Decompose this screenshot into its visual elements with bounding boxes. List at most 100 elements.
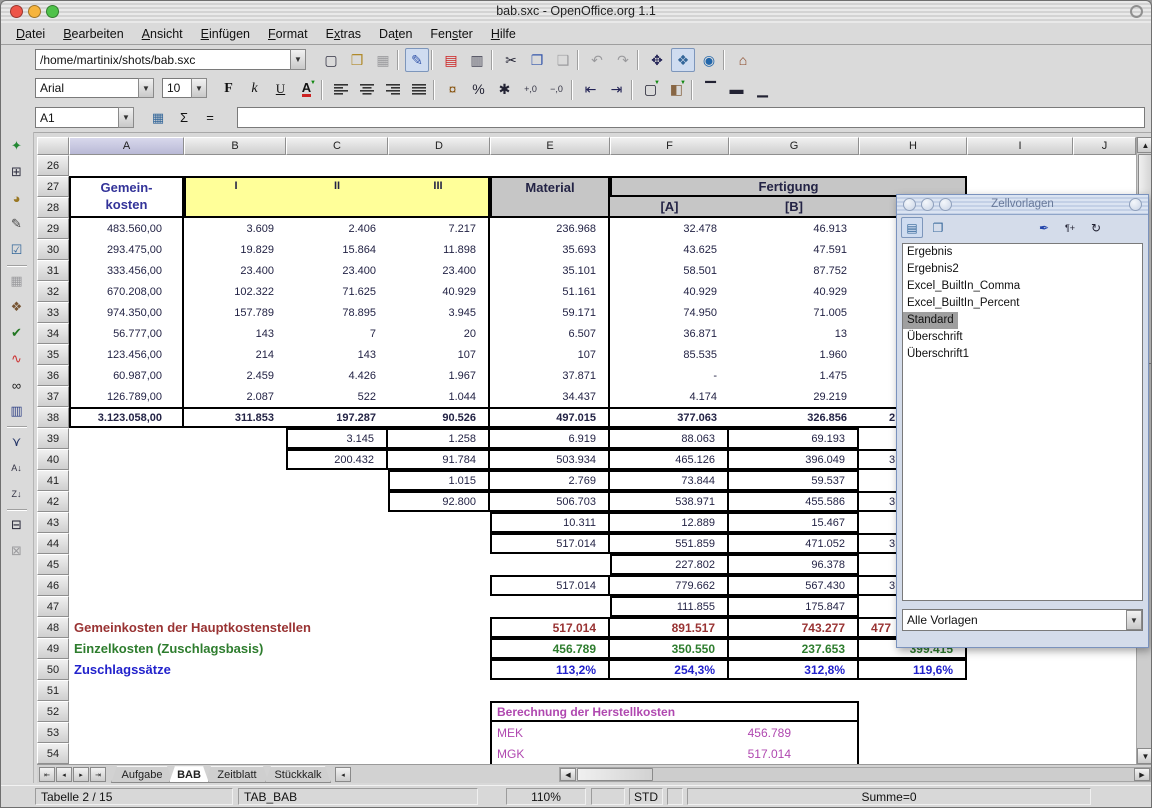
cell-F50[interactable]: 254,3% (610, 659, 729, 680)
cell-G40[interactable]: 396.049 (729, 449, 859, 470)
cell-G38[interactable]: 326.856 (729, 407, 859, 428)
style-item-excel_builtin_comma[interactable]: Excel_BuiltIn_Comma (903, 278, 1024, 295)
cell-G36[interactable]: 1.475 (729, 365, 859, 386)
cell-E53[interactable]: MEK (490, 722, 610, 743)
cell-G44[interactable]: 471.052 (729, 533, 859, 554)
cell-E46[interactable]: 517.014 (490, 575, 610, 596)
cell-E37[interactable]: 34.437 (490, 386, 610, 407)
cell-E34[interactable]: 6.507 (490, 323, 610, 344)
spellcheck-button[interactable]: ✔ (4, 321, 29, 345)
align-center-vertically-button[interactable]: ▬ (725, 78, 748, 100)
menu-einfgen[interactable]: Einfügen (192, 25, 259, 43)
cell-A38[interactable]: 3.123.058,00 (69, 407, 184, 428)
autofilter-button[interactable]: ⋎ (4, 430, 29, 454)
cell-B31[interactable]: 23.400 (184, 260, 286, 281)
cell-A30[interactable]: 293.475,00 (69, 239, 184, 260)
window-shade-button[interactable] (1130, 5, 1143, 18)
style-item-überschrift1[interactable]: Überschrift1 (903, 346, 973, 363)
menu-fenster[interactable]: Fenster (421, 25, 481, 43)
cell-F40[interactable]: 465.126 (610, 449, 729, 470)
font-color-button[interactable]: A▼ (295, 78, 318, 100)
cell-D37[interactable]: 1.044 (388, 386, 490, 407)
cell-B34[interactable]: 143 (184, 323, 286, 344)
insert-object-button[interactable]: ◕ (4, 186, 29, 210)
cell-D29[interactable]: 7.217 (388, 218, 490, 239)
find-replace-button[interactable]: ∞ (4, 373, 29, 397)
row-header-41[interactable]: 41 (37, 470, 69, 491)
page-styles-button[interactable]: ❐ (927, 217, 949, 238)
cell-C30[interactable]: 15.864 (286, 239, 388, 260)
cell-F35[interactable]: 85.535 (610, 344, 729, 365)
cell-G39[interactable]: 69.193 (729, 428, 859, 449)
row-header-39[interactable]: 39 (37, 428, 69, 449)
paste-button[interactable]: ❑ (551, 48, 575, 72)
italic-button[interactable]: k (243, 78, 266, 100)
cell-F32[interactable]: 40.929 (610, 281, 729, 302)
cell-C37[interactable]: 522 (286, 386, 388, 407)
row-header-42[interactable]: 42 (37, 491, 69, 512)
last-sheet-button[interactable]: ⇥ (90, 767, 106, 782)
save-document-button[interactable]: ▦ (371, 48, 395, 72)
row-header-47[interactable]: 47 (37, 596, 69, 617)
align-left-button[interactable] (329, 78, 352, 100)
stylist-button[interactable]: ❖ (671, 48, 695, 72)
new-document-button[interactable]: ▢ (319, 48, 343, 72)
next-sheet-button[interactable]: ▸ (73, 767, 89, 782)
cell-B32[interactable]: 102.322 (184, 281, 286, 302)
sort-ascending-button[interactable]: A↓ (4, 456, 29, 480)
row-header-31[interactable]: 31 (37, 260, 69, 281)
row-header-32[interactable]: 32 (37, 281, 69, 302)
cell-G49[interactable]: 237.653 (729, 638, 859, 659)
cell-G31[interactable]: 87.752 (729, 260, 859, 281)
column-header-J[interactable]: J (1073, 137, 1136, 155)
row-header-34[interactable]: 34 (37, 323, 69, 344)
cell-E54[interactable]: MGK (490, 743, 610, 764)
number-format-standard-button[interactable]: ✱ (493, 78, 516, 100)
cell-G33[interactable]: 71.005 (729, 302, 859, 323)
cell-E42[interactable]: 506.703 (490, 491, 610, 512)
copy-button[interactable]: ❐ (525, 48, 549, 72)
menu-daten[interactable]: Daten (370, 25, 421, 43)
cell-E30[interactable]: 35.693 (490, 239, 610, 260)
insert-cells-button[interactable]: ⊞ (4, 160, 29, 184)
cell-G30[interactable]: 47.591 (729, 239, 859, 260)
cell-D40[interactable]: 91.784 (388, 449, 490, 470)
cell-A31[interactable]: 333.456,00 (69, 260, 184, 281)
font-name-input[interactable] (35, 78, 139, 98)
status-zoom-level[interactable]: 110% (506, 788, 586, 805)
cell-E48[interactable]: 517.014 (490, 617, 610, 638)
column-header-H[interactable]: H (859, 137, 967, 155)
cell-G28[interactable]: [B] (729, 197, 859, 218)
column-header-E[interactable]: E (490, 137, 610, 155)
cell-E36[interactable]: 37.871 (490, 365, 610, 386)
cell-G43[interactable]: 15.467 (729, 512, 859, 533)
sheet-tab-aufgabe[interactable]: Aufgabe (111, 766, 173, 783)
cell-E44[interactable]: 517.014 (490, 533, 610, 554)
cell-D38[interactable]: 90.526 (388, 407, 490, 428)
cell-D30[interactable]: 11.898 (388, 239, 490, 260)
cell-F29[interactable]: 32.478 (610, 218, 729, 239)
function-autopilot-button[interactable]: ▦ (147, 107, 169, 128)
bold-button[interactable]: F (217, 78, 240, 100)
style-item-standard[interactable]: Standard (903, 312, 958, 329)
menu-extras[interactable]: Extras (317, 25, 370, 43)
cell-E49[interactable]: 456.789 (490, 638, 610, 659)
align-right-button[interactable] (381, 78, 404, 100)
cell-A37[interactable]: 126.789,00 (69, 386, 184, 407)
first-sheet-button[interactable]: ⇤ (39, 767, 55, 782)
autoformat-button[interactable]: ▦ (4, 269, 29, 293)
sheet-tab-bab[interactable]: BAB (169, 766, 209, 783)
cell-G46[interactable]: 567.430 (729, 575, 859, 596)
row-header-38[interactable]: 38 (37, 407, 69, 428)
column-header-A[interactable]: A (69, 137, 184, 155)
previous-sheet-button[interactable]: ◂ (56, 767, 72, 782)
cell-B37[interactable]: 2.087 (184, 386, 286, 407)
cell-C31[interactable]: 23.400 (286, 260, 388, 281)
column-header-B[interactable]: B (184, 137, 286, 155)
cell-C39[interactable]: 3.145 (286, 428, 388, 449)
undo-button[interactable]: ↶ (585, 48, 609, 72)
url-dropdown-button[interactable]: ▼ (290, 49, 306, 70)
cell-B30[interactable]: 19.829 (184, 239, 286, 260)
new-style-from-selection-button[interactable]: ¶+ (1059, 217, 1081, 238)
background-color-button[interactable]: ◧▼ (665, 78, 688, 100)
